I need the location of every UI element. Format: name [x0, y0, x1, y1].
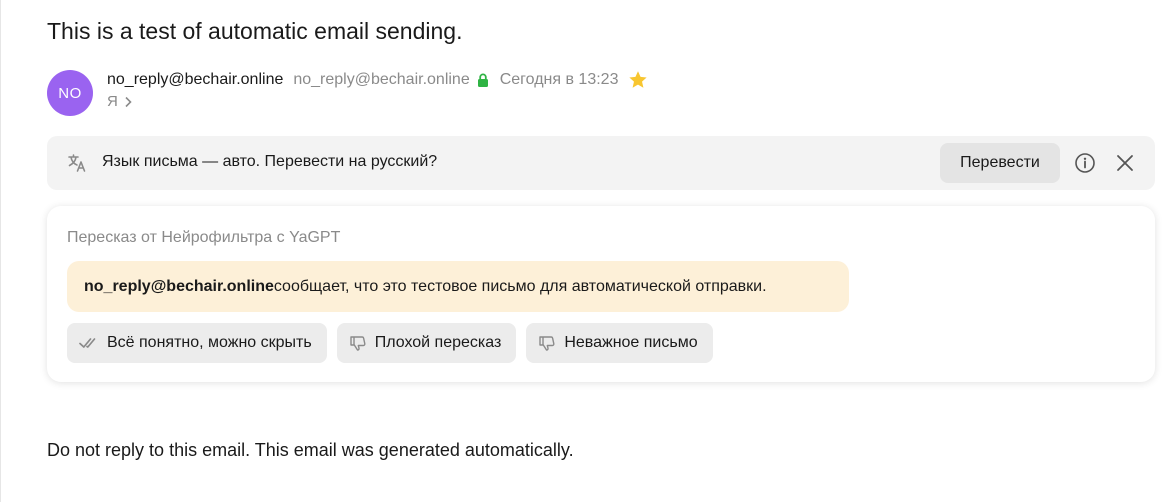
translate-button[interactable]: Перевести: [940, 143, 1060, 183]
translate-bar: Язык письма — авто. Перевести на русский…: [47, 136, 1155, 190]
bad-summary-label: Плохой пересказ: [374, 334, 502, 351]
email-view: This is a test of automatic email sendin…: [0, 0, 1172, 502]
sender-email[interactable]: no_reply@bechair.online: [293, 71, 469, 89]
hide-summary-label: Всё понятно, можно скрыть: [107, 334, 312, 351]
recipient-label: Я: [107, 93, 118, 110]
thumbs-down-icon: [350, 336, 366, 351]
star-icon[interactable]: [627, 69, 649, 91]
recipient-line[interactable]: Я: [107, 93, 132, 110]
thumbs-down-icon: [539, 336, 555, 351]
double-check-icon: [79, 338, 96, 348]
hide-summary-button[interactable]: Всё понятно, можно скрыть: [67, 323, 327, 363]
summary-sender: no_reply@bechair.online: [84, 277, 274, 295]
close-icon[interactable]: [1115, 153, 1135, 173]
unimportant-email-button[interactable]: Неважное письмо: [526, 323, 713, 363]
sender-avatar[interactable]: NO: [47, 70, 93, 116]
translate-icon: [68, 154, 86, 172]
chevron-right-icon: [125, 96, 132, 107]
summary-actions: Всё понятно, можно скрыть Плохой переска…: [67, 323, 713, 363]
summary-body: сообщает, что это тестовое письмо для ав…: [273, 277, 767, 295]
sender-name[interactable]: no_reply@bechair.online: [107, 71, 283, 89]
summary-text: no_reply@bechair.online сообщает, что эт…: [67, 261, 849, 312]
bad-summary-button[interactable]: Плохой пересказ: [336, 323, 517, 363]
info-icon[interactable]: [1074, 152, 1096, 174]
email-subject: This is a test of automatic email sendin…: [47, 18, 463, 44]
summary-title: Пересказ от Нейрофильтра с YaGPT: [67, 229, 341, 246]
lock-icon: [477, 73, 488, 87]
unimportant-email-label: Неважное письмо: [564, 334, 698, 351]
email-date: Сегодня в 13:23: [499, 71, 619, 88]
ai-summary-card: Пересказ от Нейрофильтра с YaGPT no_repl…: [47, 206, 1155, 382]
translate-prompt: Язык письма — авто. Перевести на русский…: [102, 153, 438, 170]
sender-line: no_reply@bechair.online no_reply@bechair…: [107, 69, 649, 91]
email-body: Do not reply to this email. This email w…: [47, 440, 574, 460]
